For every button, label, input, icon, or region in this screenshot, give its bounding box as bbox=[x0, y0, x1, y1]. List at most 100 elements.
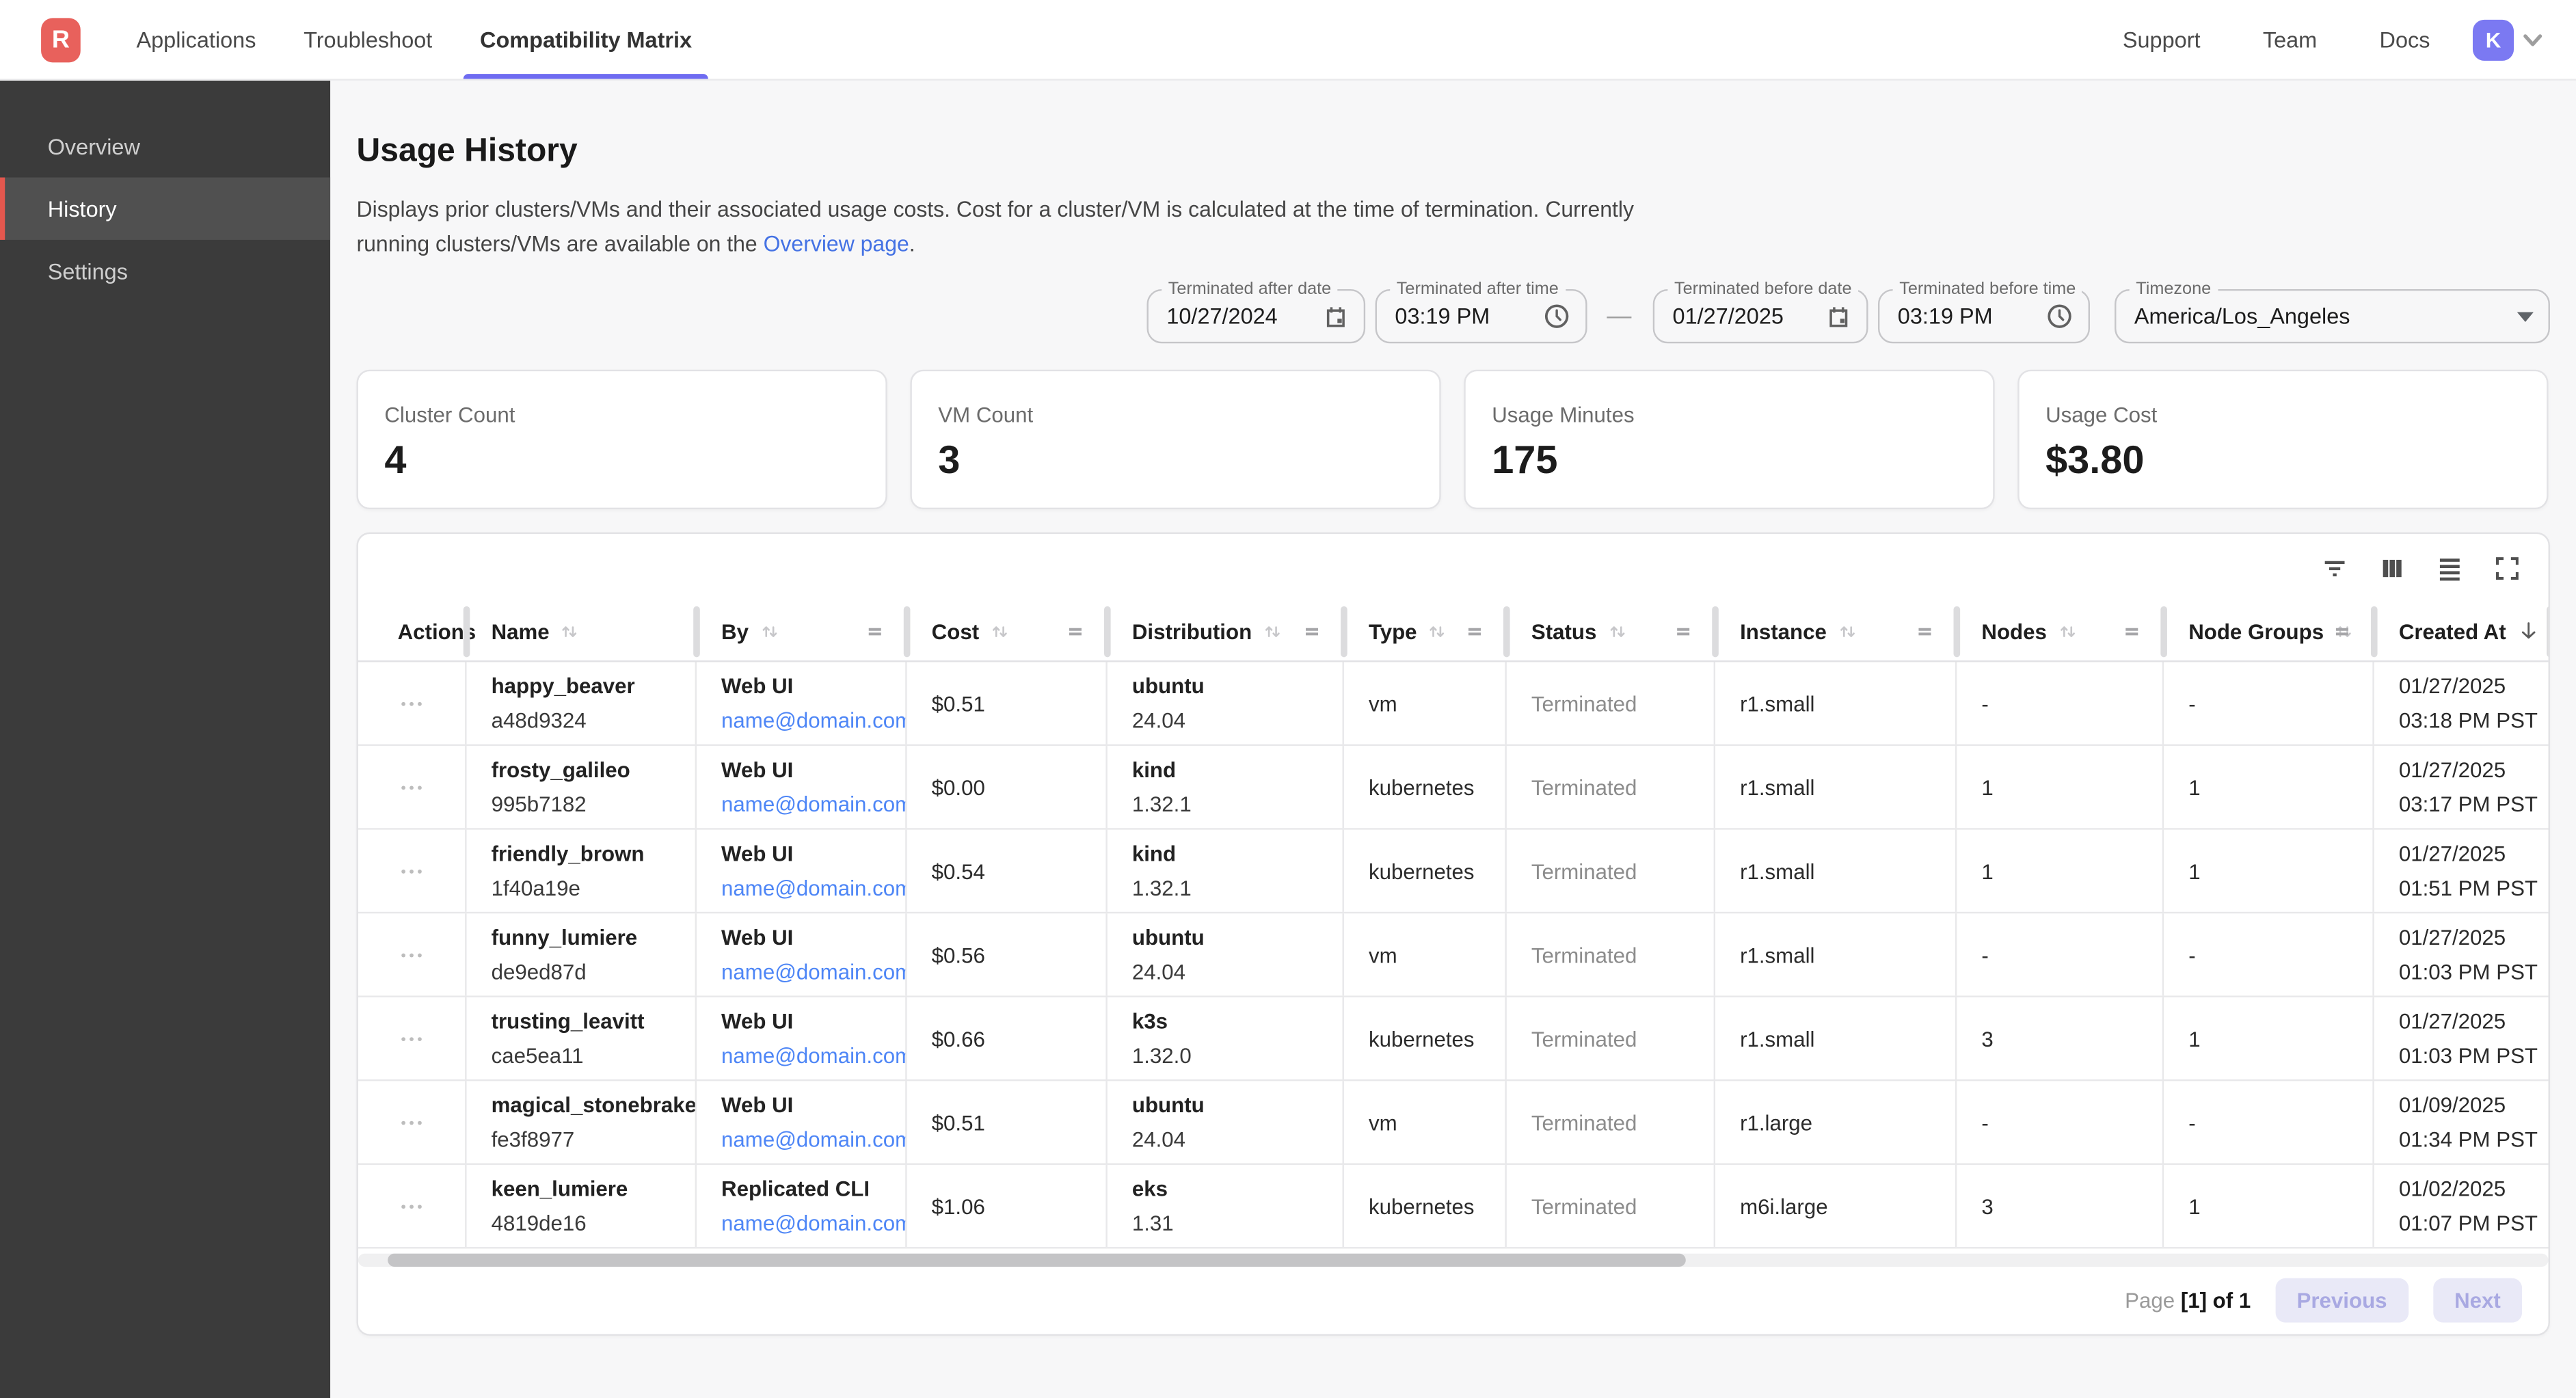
created-time: 01:34 PM PST bbox=[2399, 1122, 2550, 1156]
node-groups-cell: 1 bbox=[2164, 997, 2374, 1079]
by-email-link[interactable]: name@domain.com bbox=[721, 1122, 905, 1156]
column-menu-icon[interactable] bbox=[1912, 619, 1937, 643]
column-header[interactable]: Created At bbox=[2374, 602, 2550, 661]
cluster-name: trusting_leavitt bbox=[492, 1004, 695, 1038]
column-header[interactable]: Actions bbox=[358, 602, 467, 661]
nav-item-team[interactable]: Team bbox=[2263, 27, 2317, 52]
cluster-id: 995b7182 bbox=[492, 787, 695, 821]
horizontal-scrollbar-thumb[interactable] bbox=[388, 1254, 1686, 1267]
sidebar-item-overview[interactable]: Overview bbox=[0, 115, 330, 177]
clock-icon[interactable] bbox=[2045, 302, 2074, 330]
distribution-name: ubuntu bbox=[1132, 669, 1343, 703]
next-page-button[interactable]: Next bbox=[2433, 1278, 2522, 1323]
column-header[interactable]: Distribution bbox=[1108, 602, 1344, 661]
sidebar-item-settings[interactable]: Settings bbox=[0, 240, 330, 302]
sort-icon bbox=[1607, 620, 1628, 641]
column-header[interactable]: Cost bbox=[907, 602, 1108, 661]
nav-item-applications[interactable]: Applications bbox=[136, 0, 256, 79]
app-logo[interactable]: R bbox=[41, 17, 81, 62]
created-at-cell: 01/27/2025 01:51 PM PST bbox=[2374, 830, 2550, 912]
density-icon[interactable] bbox=[2435, 553, 2465, 582]
instance-cell: r1.small bbox=[1715, 830, 1957, 912]
table-row: happy_beaver a48d9324 Web UI name@domain… bbox=[358, 662, 2549, 747]
column-header[interactable]: Name bbox=[467, 602, 697, 661]
column-menu-icon[interactable] bbox=[1300, 619, 1324, 643]
type-cell: vm bbox=[1344, 662, 1507, 744]
column-menu-icon[interactable] bbox=[2119, 619, 2144, 643]
terminated-after-time-field[interactable]: Terminated after time 03:19 PM bbox=[1376, 289, 1587, 343]
row-actions-button[interactable] bbox=[398, 941, 426, 969]
column-header[interactable]: Nodes bbox=[1957, 602, 2164, 661]
horizontal-scrollbar-track[interactable] bbox=[358, 1254, 2549, 1267]
type-cell: kubernetes bbox=[1344, 830, 1507, 912]
by-source: Web UI bbox=[721, 1088, 905, 1122]
stat-label: VM Count bbox=[938, 403, 1413, 427]
row-actions-button[interactable] bbox=[398, 689, 426, 717]
distribution-name: k3s bbox=[1132, 1004, 1343, 1038]
nav-item-support[interactable]: Support bbox=[2123, 27, 2201, 52]
cluster-id: de9ed87d bbox=[492, 954, 695, 989]
terminated-before-date-field[interactable]: Terminated before date 01/27/2025 bbox=[1653, 289, 1868, 343]
nav-item-troubleshoot[interactable]: Troubleshoot bbox=[304, 0, 432, 79]
by-email-link[interactable]: name@domain.com bbox=[721, 954, 905, 989]
by-email-link[interactable]: name@domain.com bbox=[721, 787, 905, 821]
distribution-version: 1.32.1 bbox=[1132, 787, 1343, 821]
status-cell: Terminated bbox=[1507, 1165, 1715, 1247]
chevron-down-icon[interactable] bbox=[2522, 32, 2543, 47]
created-time: 03:18 PM PST bbox=[2399, 703, 2550, 738]
fullscreen-icon[interactable] bbox=[2493, 553, 2522, 582]
column-menu-icon[interactable] bbox=[1462, 619, 1487, 643]
by-email-link[interactable]: name@domain.com bbox=[721, 703, 905, 738]
terminated-before-time-field[interactable]: Terminated before time 03:19 PM bbox=[1878, 289, 2090, 343]
overview-page-link[interactable]: Overview page bbox=[764, 232, 909, 256]
page-title: Usage History bbox=[357, 131, 2550, 171]
row-actions-button[interactable] bbox=[398, 1024, 426, 1052]
column-menu-icon[interactable] bbox=[1671, 619, 1695, 643]
table-body: happy_beaver a48d9324 Web UI name@domain… bbox=[358, 662, 2549, 1249]
clock-icon[interactable] bbox=[1543, 302, 1571, 330]
calendar-icon[interactable] bbox=[1323, 303, 1349, 329]
cluster-name: frosty_galileo bbox=[492, 753, 695, 787]
actions-cell bbox=[358, 830, 467, 912]
instance-cell: r1.large bbox=[1715, 1081, 1957, 1163]
cost-cell: $0.00 bbox=[907, 746, 1108, 828]
actions-cell bbox=[358, 913, 467, 995]
columns-icon[interactable] bbox=[2378, 553, 2407, 582]
nav-item-docs[interactable]: Docs bbox=[2380, 27, 2430, 52]
sort-icon bbox=[559, 620, 580, 641]
timezone-select[interactable]: Timezone America/Los_Angeles bbox=[2115, 289, 2550, 343]
column-header[interactable]: Type bbox=[1344, 602, 1507, 661]
by-source: Web UI bbox=[721, 669, 905, 703]
sort-icon bbox=[1262, 620, 1283, 641]
nav-item-compatibility-matrix[interactable]: Compatibility Matrix bbox=[480, 0, 692, 79]
filter-icon[interactable] bbox=[2320, 553, 2349, 582]
column-header[interactable]: Status bbox=[1507, 602, 1715, 661]
row-actions-button[interactable] bbox=[398, 857, 426, 885]
actions-cell bbox=[358, 1165, 467, 1247]
row-actions-button[interactable] bbox=[398, 1192, 426, 1220]
name-cell: happy_beaver a48d9324 bbox=[467, 662, 697, 744]
column-separator[interactable] bbox=[2547, 606, 2550, 658]
stat-value: 4 bbox=[384, 440, 859, 483]
by-email-link[interactable]: name@domain.com bbox=[721, 1038, 905, 1073]
column-menu-icon[interactable] bbox=[863, 619, 887, 643]
row-actions-button[interactable] bbox=[398, 773, 426, 801]
column-header[interactable]: By bbox=[697, 602, 907, 661]
previous-page-button[interactable]: Previous bbox=[2275, 1278, 2408, 1323]
by-source: Web UI bbox=[721, 1004, 905, 1038]
column-menu-icon[interactable] bbox=[2330, 619, 2354, 643]
cluster-id: 4819de16 bbox=[492, 1206, 695, 1240]
column-header[interactable]: Node Groups bbox=[2164, 602, 2374, 661]
sort-icon bbox=[1836, 620, 1857, 641]
column-header-label: Created At bbox=[2399, 619, 2506, 643]
column-header[interactable]: Instance bbox=[1715, 602, 1957, 661]
calendar-icon[interactable] bbox=[1825, 303, 1851, 329]
avatar[interactable]: K bbox=[2473, 19, 2514, 60]
column-menu-icon[interactable] bbox=[1063, 619, 1088, 643]
status-cell: Terminated bbox=[1507, 913, 1715, 995]
terminated-after-date-field[interactable]: Terminated after date 10/27/2024 bbox=[1147, 289, 1366, 343]
sidebar-item-history[interactable]: History bbox=[0, 178, 330, 240]
by-email-link[interactable]: name@domain.com bbox=[721, 1206, 905, 1240]
row-actions-button[interactable] bbox=[398, 1108, 426, 1136]
by-email-link[interactable]: name@domain.com bbox=[721, 871, 905, 905]
